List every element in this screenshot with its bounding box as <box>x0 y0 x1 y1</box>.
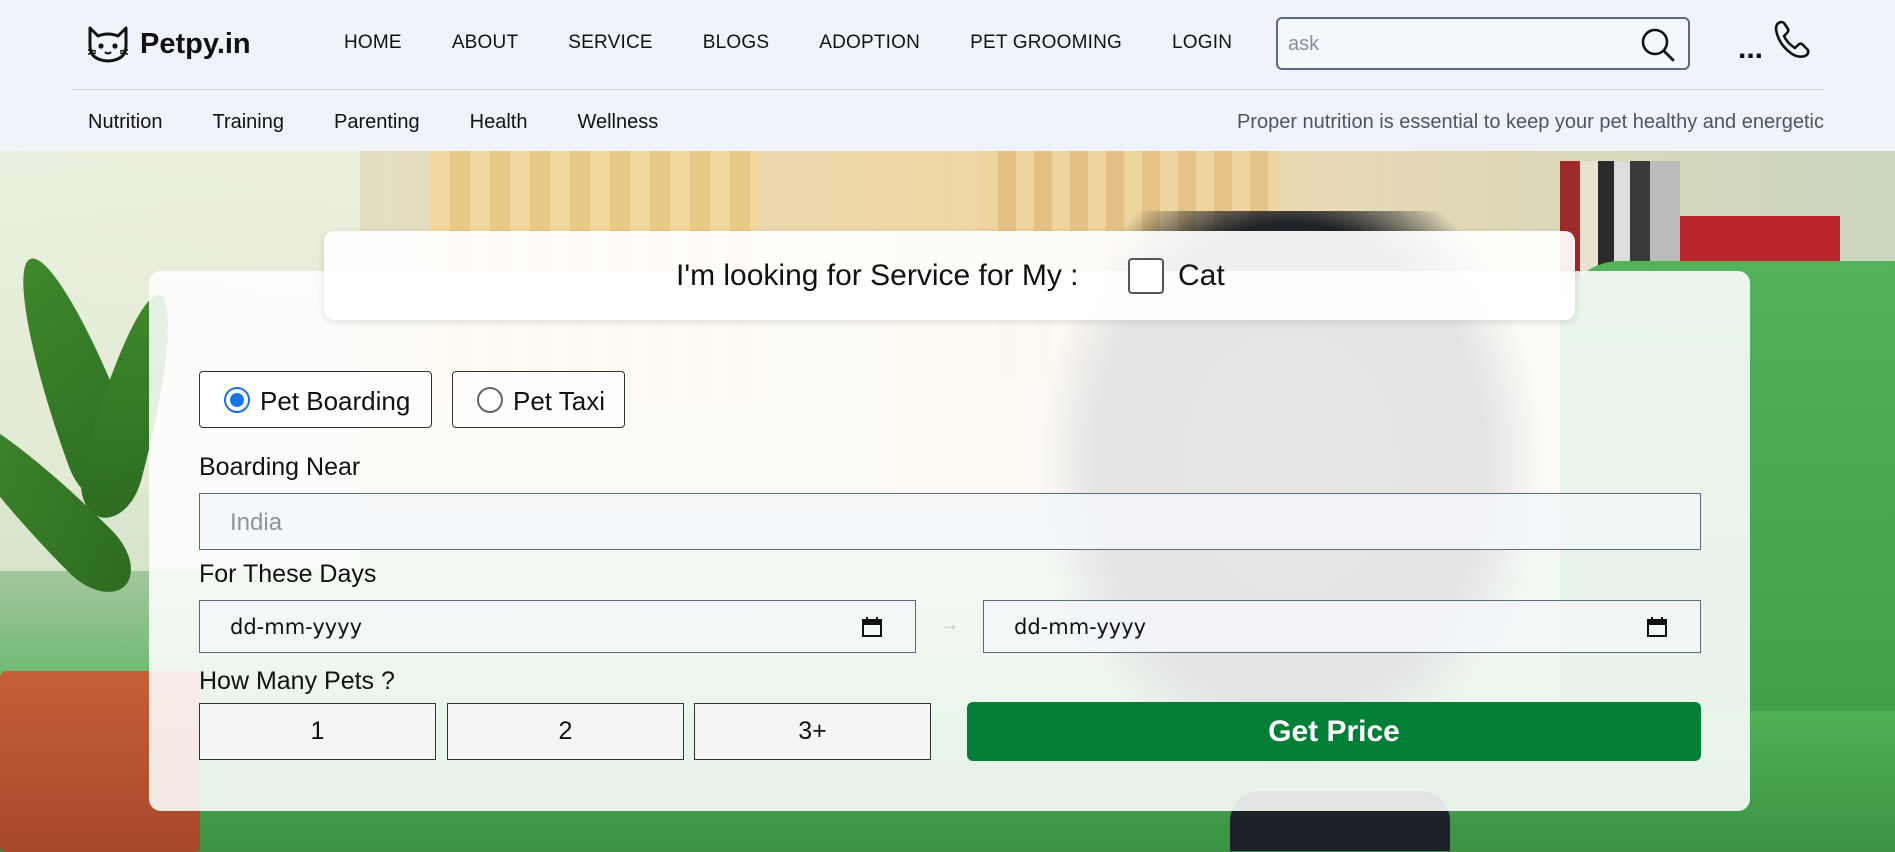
search-input[interactable] <box>1288 31 1628 57</box>
cat-checkbox[interactable] <box>1128 258 1164 294</box>
pet-boarding-label: Pet Boarding <box>260 386 411 416</box>
date-range-arrow: → <box>941 614 959 634</box>
cat-label: Cat <box>1178 259 1225 292</box>
subnav-training[interactable]: Training <box>212 111 284 134</box>
nav-blogs[interactable]: BLOGS <box>703 32 769 54</box>
logo[interactable]: Petpy.in <box>86 24 251 64</box>
boarding-near-label: Boarding Near <box>199 453 361 481</box>
calendar-icon[interactable] <box>861 616 883 638</box>
start-date-input[interactable]: dd-mm-yyyy <box>199 600 916 653</box>
pet-prompt: I'm looking for Service for My : <box>676 259 1079 292</box>
pet-count-1-button[interactable]: 1 <box>199 703 436 760</box>
sub-nav: Nutrition Training Parenting Health Well… <box>88 111 708 134</box>
pet-count-2-button[interactable]: 2 <box>447 703 684 760</box>
boarding-location-input[interactable]: India <box>199 493 1701 550</box>
subnav-wellness[interactable]: Wellness <box>577 111 658 134</box>
subnav-parenting[interactable]: Parenting <box>334 111 420 134</box>
pet-taxi-label: Pet Taxi <box>513 386 606 416</box>
more-icon[interactable]: ... <box>1738 34 1763 64</box>
boarding-location-placeholder: India <box>230 509 283 536</box>
end-date-input[interactable]: dd-mm-yyyy <box>983 600 1701 653</box>
search-icon[interactable] <box>1640 27 1676 63</box>
pet-boarding-radio[interactable] <box>224 387 250 413</box>
nav-login[interactable]: LOGIN <box>1172 32 1232 54</box>
nav-about[interactable]: ABOUT <box>452 32 518 54</box>
nav-pet-grooming[interactable]: PET GROOMING <box>970 32 1122 54</box>
pet-boarding-option[interactable]: Pet Boarding <box>199 371 432 428</box>
subnav-health[interactable]: Health <box>470 111 528 134</box>
site-header: Petpy.in HOME ABOUT SERVICE BLOGS ADOPTI… <box>0 0 1895 151</box>
nav-adoption[interactable]: ADOPTION <box>819 32 920 54</box>
pet-count-3plus-button[interactable]: 3+ <box>694 703 931 760</box>
pet-taxi-option[interactable]: Pet Taxi <box>452 371 625 428</box>
pets-count-label: How Many Pets ? <box>199 667 395 695</box>
nav-service[interactable]: SERVICE <box>568 32 652 54</box>
days-label: For These Days <box>199 560 377 588</box>
subnav-nutrition[interactable]: Nutrition <box>88 111 162 134</box>
search-box <box>1276 17 1690 70</box>
header-divider <box>72 89 1824 90</box>
pet-type-banner: I'm looking for Service for My : Cat <box>324 231 1575 320</box>
logo-text: Petpy.in <box>140 27 251 60</box>
get-price-button[interactable]: Get Price <box>967 702 1701 761</box>
main-nav: HOME ABOUT SERVICE BLOGS ADOPTION PET GR… <box>344 32 1282 54</box>
calendar-icon[interactable] <box>1646 616 1668 638</box>
tagline: Proper nutrition is essential to keep yo… <box>1236 111 1824 133</box>
end-date-value: dd-mm-yyyy <box>1014 615 1147 639</box>
nav-home[interactable]: HOME <box>344 32 402 54</box>
pet-taxi-radio[interactable] <box>477 387 503 413</box>
start-date-value: dd-mm-yyyy <box>230 615 363 639</box>
cat-logo-icon <box>87 26 129 63</box>
phone-icon[interactable] <box>1772 18 1814 60</box>
